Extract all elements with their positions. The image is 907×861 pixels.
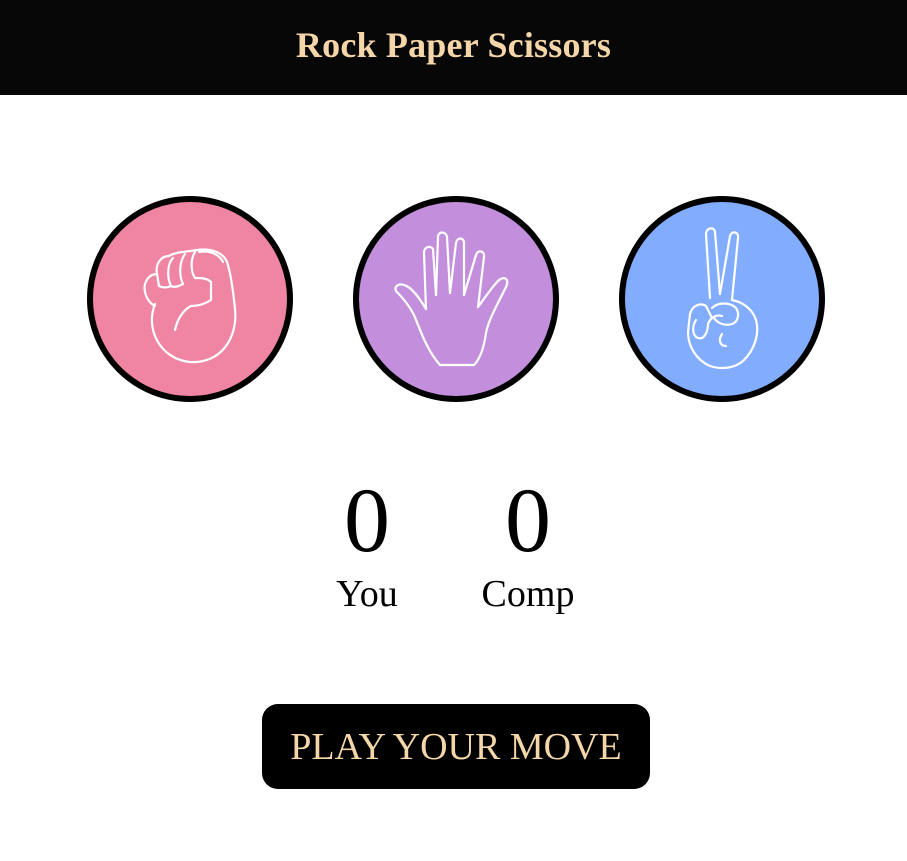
scissors-choice-button[interactable]	[619, 196, 825, 402]
peace-hand-icon	[686, 227, 759, 370]
page-title: Rock Paper Scissors	[295, 24, 612, 65]
computer-score: 0 Comp	[458, 472, 598, 616]
player-score-value: 0	[344, 469, 390, 571]
player-score-label: You	[336, 573, 398, 615]
player-score: 0 You	[297, 472, 437, 616]
rock-choice-button[interactable]	[87, 196, 293, 402]
fist-icon	[143, 248, 237, 364]
play-move-button[interactable]: PLAY YOUR MOVE	[262, 704, 650, 789]
computer-score-label: Comp	[481, 573, 575, 615]
computer-score-value: 0	[505, 469, 551, 571]
header-bar: Rock Paper Scissors	[0, 0, 907, 95]
open-hand-icon	[394, 231, 509, 367]
paper-choice-button[interactable]	[353, 196, 559, 402]
